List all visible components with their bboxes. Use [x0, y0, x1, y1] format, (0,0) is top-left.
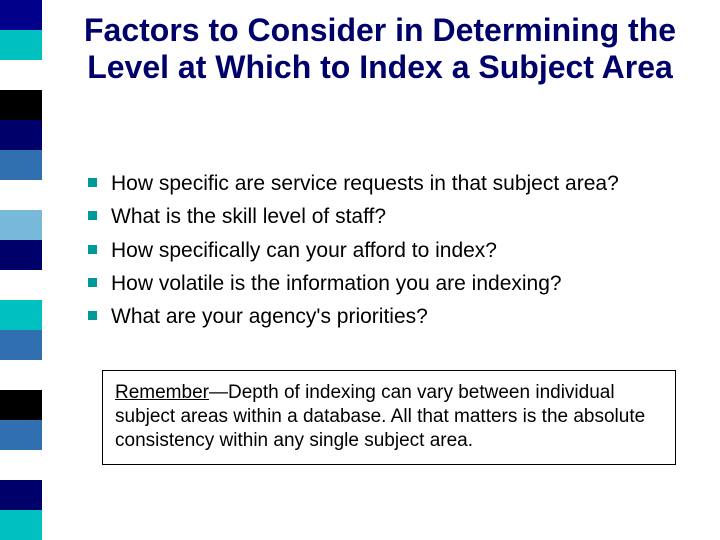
stripe-13: [0, 390, 42, 420]
stripe-2: [0, 60, 42, 90]
stripe-10: [0, 300, 42, 330]
bullet-text: How specifically can your afford to inde…: [111, 237, 497, 264]
note-lead: Remember: [115, 382, 209, 403]
bullet-text: What are your agency's priorities?: [111, 303, 428, 330]
square-bullet-icon: [88, 311, 97, 320]
bullet-item: How specific are service requests in tha…: [88, 170, 688, 197]
bullet-list: How specific are service requests in tha…: [88, 170, 688, 336]
decorative-stripe-column: [0, 0, 42, 540]
square-bullet-icon: [88, 245, 97, 254]
bullet-item: How specifically can your afford to inde…: [88, 237, 688, 264]
bullet-text: What is the skill level of staff?: [111, 203, 386, 230]
remember-note-box: Remember—Depth of indexing can vary betw…: [102, 370, 676, 465]
stripe-9: [0, 270, 42, 300]
square-bullet-icon: [88, 211, 97, 220]
stripe-17: [0, 510, 42, 540]
stripe-16: [0, 480, 42, 510]
stripe-7: [0, 210, 42, 240]
slide: Factors to Consider in Determining the L…: [0, 0, 720, 540]
stripe-4: [0, 120, 42, 150]
stripe-0: [0, 0, 42, 30]
stripe-6: [0, 180, 42, 210]
bullet-text: How volatile is the information you are …: [111, 270, 562, 297]
square-bullet-icon: [88, 178, 97, 187]
stripe-14: [0, 420, 42, 450]
bullet-item: How volatile is the information you are …: [88, 270, 688, 297]
stripe-5: [0, 150, 42, 180]
bullet-item: What are your agency's priorities?: [88, 303, 688, 330]
stripe-1: [0, 30, 42, 60]
bullet-text: How specific are service requests in tha…: [111, 170, 619, 197]
stripe-3: [0, 90, 42, 120]
slide-title: Factors to Consider in Determining the L…: [80, 12, 680, 86]
stripe-15: [0, 450, 42, 480]
stripe-8: [0, 240, 42, 270]
bullet-item: What is the skill level of staff?: [88, 203, 688, 230]
stripe-12: [0, 360, 42, 390]
stripe-11: [0, 330, 42, 360]
square-bullet-icon: [88, 278, 97, 287]
